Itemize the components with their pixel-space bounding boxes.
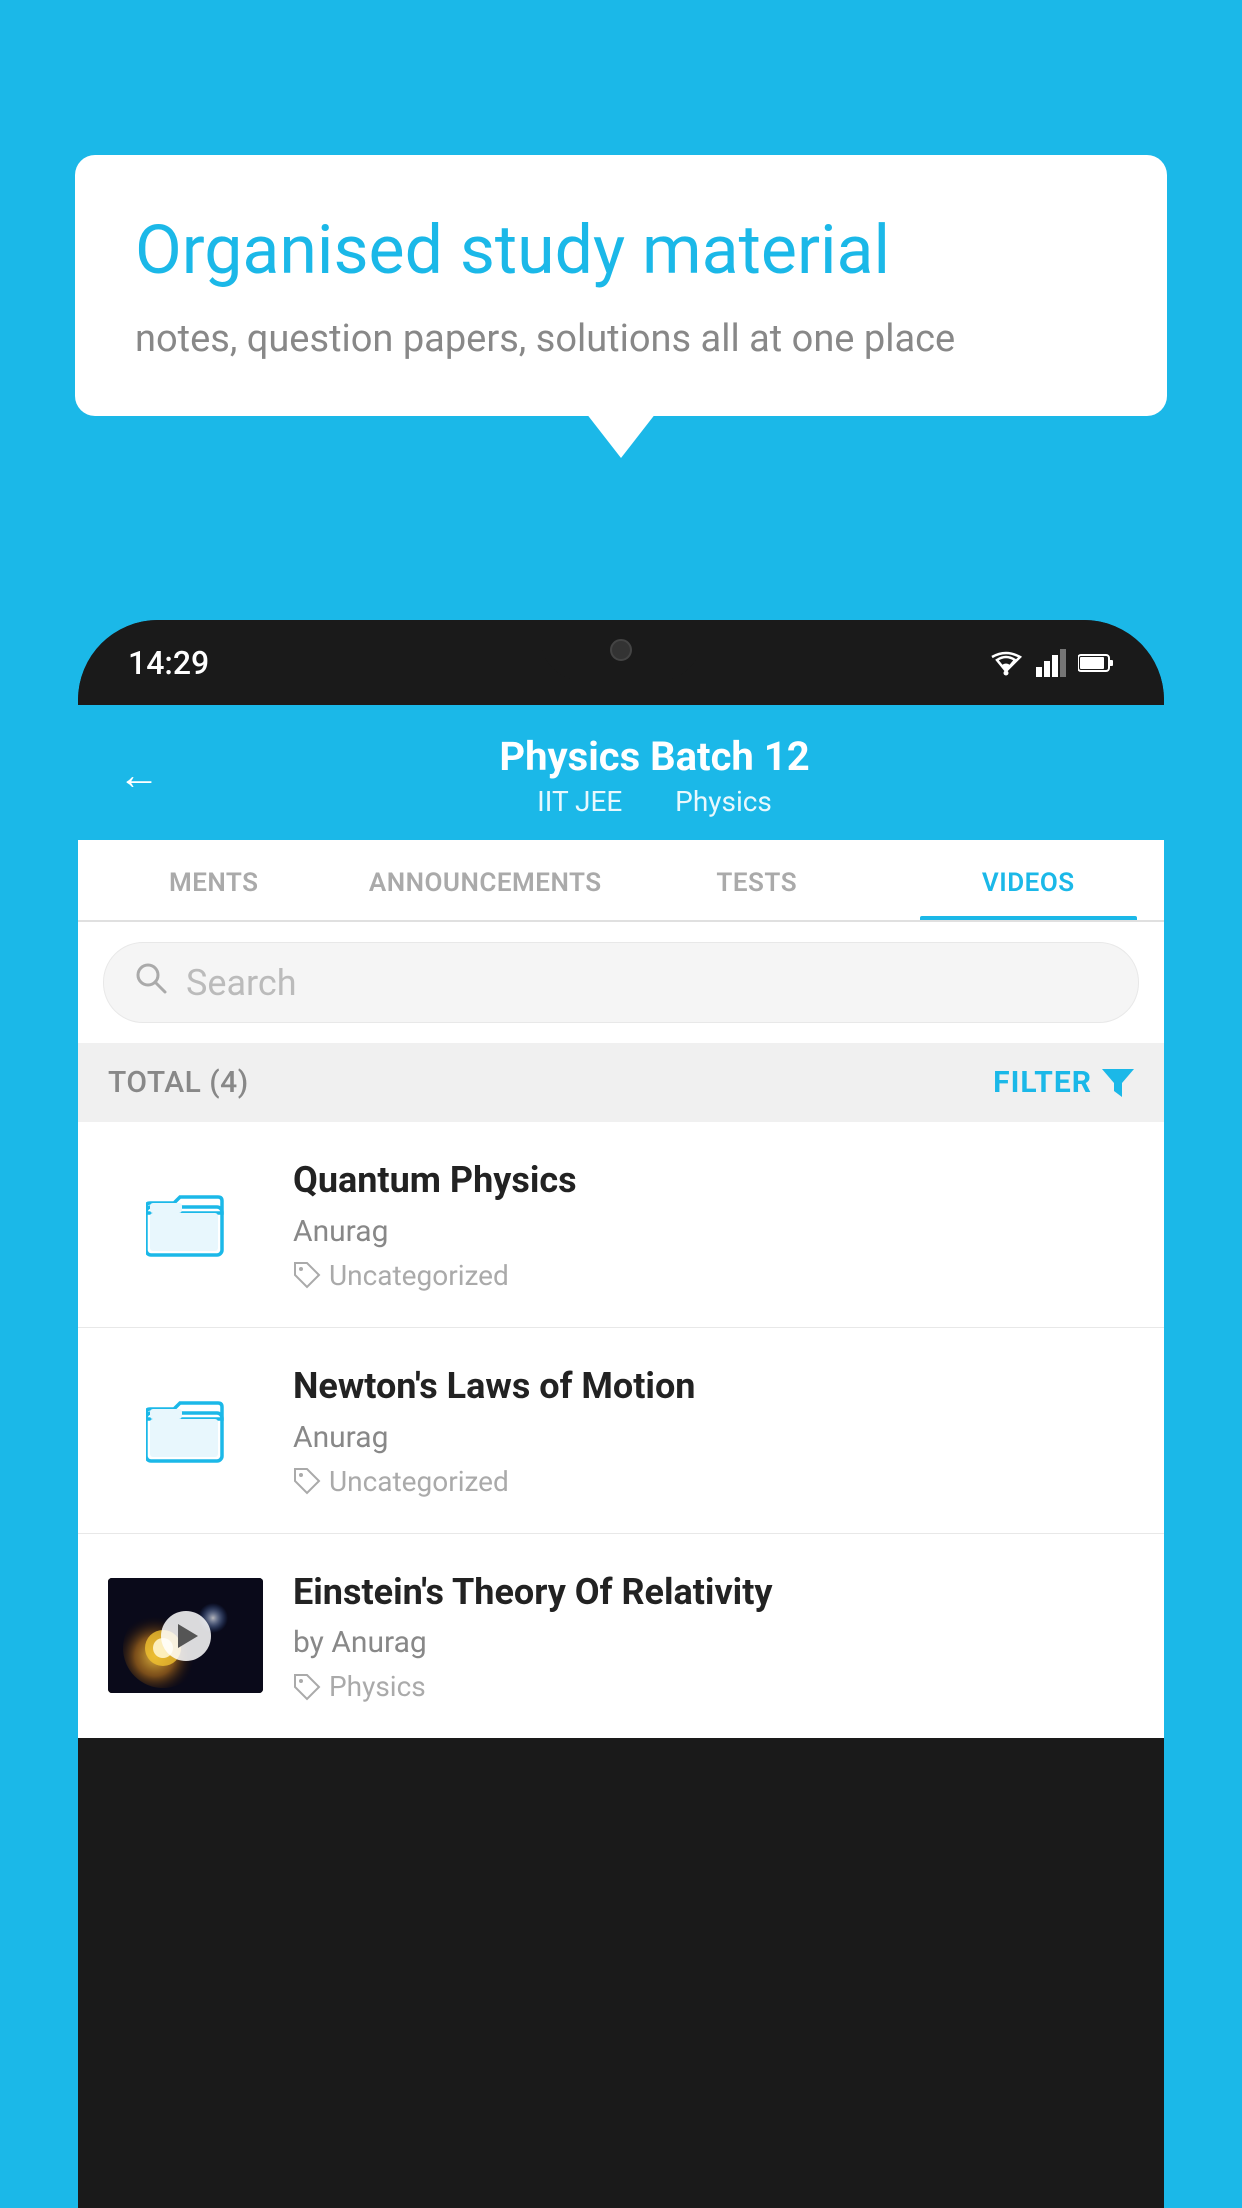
- video-title-1: Quantum Physics: [293, 1157, 1134, 1204]
- tabs-bar: MENTS ANNOUNCEMENTS TESTS VIDEOS: [78, 840, 1164, 922]
- wifi-icon: [988, 649, 1024, 677]
- video-info-3: Einstein's Theory Of Relativity by Anura…: [293, 1569, 1134, 1704]
- tag-label-1: Uncategorized: [329, 1259, 509, 1292]
- header-subtitle: IIT JEE Physics: [185, 785, 1124, 818]
- video-info-2: Newton's Laws of Motion Anurag Uncategor…: [293, 1363, 1134, 1498]
- search-container: Search: [78, 922, 1164, 1043]
- play-triangle-icon: [178, 1624, 198, 1648]
- search-placeholder: Search: [186, 962, 297, 1004]
- video-title-3: Einstein's Theory Of Relativity: [293, 1569, 1134, 1616]
- tag-icon: [293, 1467, 321, 1495]
- search-bar[interactable]: Search: [103, 942, 1139, 1023]
- tab-announcements[interactable]: ANNOUNCEMENTS: [350, 840, 622, 920]
- folder-thumbnail-1: [108, 1167, 263, 1282]
- bubble-title: Organised study material: [135, 210, 1107, 292]
- status-time: 14:29: [128, 644, 209, 682]
- speech-bubble-container: Organised study material notes, question…: [75, 155, 1167, 416]
- list-item[interactable]: Quantum Physics Anurag Uncategorized: [78, 1122, 1164, 1328]
- filter-icon: [1102, 1069, 1134, 1097]
- tab-ments[interactable]: MENTS: [78, 840, 350, 920]
- app-header: ← Physics Batch 12 IIT JEE Physics: [78, 705, 1164, 840]
- folder-icon: [146, 1390, 226, 1470]
- filter-label: FILTER: [993, 1065, 1092, 1100]
- status-bar: 14:29: [78, 620, 1164, 705]
- filter-row: TOTAL (4) FILTER: [78, 1043, 1164, 1122]
- tag-icon: [293, 1673, 321, 1701]
- video-author-2: Anurag: [293, 1420, 1134, 1455]
- camera: [610, 639, 632, 661]
- bubble-subtitle: notes, question papers, solutions all at…: [135, 317, 1107, 361]
- phone-frame: 14:29: [78, 620, 1164, 2208]
- speech-bubble: Organised study material notes, question…: [75, 155, 1167, 416]
- filter-button[interactable]: FILTER: [993, 1065, 1134, 1100]
- play-button[interactable]: [161, 1611, 211, 1661]
- list-item[interactable]: Einstein's Theory Of Relativity by Anura…: [78, 1534, 1164, 1739]
- tag-label-3: Physics: [329, 1670, 426, 1703]
- phone-screen: ← Physics Batch 12 IIT JEE Physics MENTS…: [78, 705, 1164, 1738]
- tab-videos[interactable]: VIDEOS: [893, 840, 1165, 920]
- signal-icon: [1036, 649, 1066, 677]
- battery-icon: [1078, 652, 1114, 674]
- total-count: TOTAL (4): [108, 1065, 249, 1100]
- video-info-1: Quantum Physics Anurag Uncategorized: [293, 1157, 1134, 1292]
- video-tag-2: Uncategorized: [293, 1465, 1134, 1498]
- folder-icon: [146, 1184, 226, 1264]
- tab-tests[interactable]: TESTS: [621, 840, 893, 920]
- video-author-1: Anurag: [293, 1214, 1134, 1249]
- back-button[interactable]: ←: [118, 751, 160, 800]
- folder-thumbnail-2: [108, 1373, 263, 1488]
- video-thumbnail-3: [108, 1578, 263, 1693]
- subtitle-separator: [645, 785, 659, 818]
- header-title: Physics Batch 12: [185, 733, 1124, 780]
- video-tag-3: Physics: [293, 1670, 1134, 1703]
- video-author-3: by Anurag: [293, 1625, 1134, 1660]
- video-list: Quantum Physics Anurag Uncategorized: [78, 1122, 1164, 1738]
- subtitle-iitjee: IIT JEE: [537, 785, 622, 818]
- video-title-2: Newton's Laws of Motion: [293, 1363, 1134, 1410]
- list-item[interactable]: Newton's Laws of Motion Anurag Uncategor…: [78, 1328, 1164, 1534]
- notch: [541, 620, 701, 680]
- header-title-block: Physics Batch 12 IIT JEE Physics: [185, 733, 1124, 818]
- status-icons: [988, 649, 1114, 677]
- search-icon: [134, 961, 168, 1004]
- video-tag-1: Uncategorized: [293, 1259, 1134, 1292]
- tag-icon: [293, 1261, 321, 1289]
- subtitle-physics: Physics: [675, 785, 772, 818]
- tag-label-2: Uncategorized: [329, 1465, 509, 1498]
